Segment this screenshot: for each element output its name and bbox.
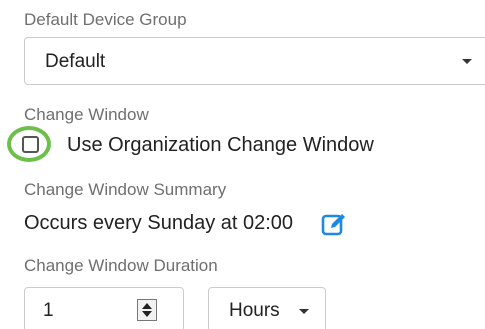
change-window-duration-label: Change Window Duration bbox=[24, 256, 218, 275]
duration-unit-label: Hours bbox=[229, 300, 280, 321]
spinner-up-icon[interactable] bbox=[142, 303, 152, 309]
duration-input[interactable]: 1 bbox=[24, 287, 184, 329]
use-org-change-window-label[interactable]: Use Organization Change Window bbox=[67, 134, 374, 157]
use-org-change-window-checkbox[interactable] bbox=[22, 136, 39, 153]
chevron-down-icon bbox=[462, 59, 472, 64]
duration-value: 1 bbox=[43, 300, 54, 321]
change-window-summary-label: Change Window Summary bbox=[24, 180, 227, 199]
change-window-form: Default Device Group Default Change Wind… bbox=[0, 0, 485, 329]
change-window-summary-text: Occurs every Sunday at 02:00 bbox=[24, 212, 294, 234]
device-group-select[interactable]: Default bbox=[24, 37, 485, 85]
duration-unit-dropdown[interactable]: Hours bbox=[208, 287, 326, 329]
spinner-down-icon[interactable] bbox=[142, 311, 152, 317]
device-group-selected-value: Default bbox=[45, 51, 106, 72]
change-window-label: Change Window bbox=[24, 105, 149, 124]
spinner-icon[interactable] bbox=[137, 299, 157, 321]
device-group-label: Default Device Group bbox=[24, 10, 187, 29]
chevron-down-icon bbox=[299, 309, 309, 314]
edit-icon[interactable] bbox=[321, 211, 347, 237]
